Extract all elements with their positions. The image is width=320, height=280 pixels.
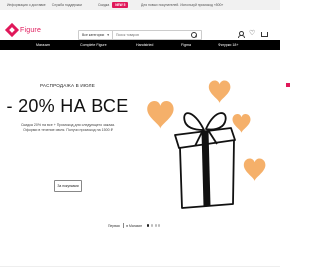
main-nav: Магазин Complete Figure Handstried Figma… [0,40,280,50]
top-bar: Информация о доставке Служба поддержки С… [0,0,290,87]
promo-label: Скидка [98,3,110,7]
gift-illustration [147,80,266,209]
hero-title: - 20% НА ВСЕ [6,96,129,116]
top-bar-links: Информация о доставке Служба поддержки [7,3,82,7]
pager-dots [147,224,161,227]
category-select[interactable]: Все категории ▾ [79,31,113,39]
divider [0,266,280,267]
category-select-value: Все категории [82,33,105,37]
gift-icon [286,83,290,87]
new-customer-text: Для новых покупателей. Используй промоко… [141,3,224,7]
pager-dot[interactable] [147,224,150,227]
delivery-info-link[interactable]: Информация о доставке [7,3,46,7]
pager-dot[interactable] [158,224,161,227]
shop-now-button[interactable]: За покупками [54,180,82,192]
search-bar: Все категории ▾ [78,30,202,40]
nav-item-shop[interactable]: Магазин [36,43,50,47]
nav-item-handstried[interactable]: Handstried [136,43,153,47]
support-link[interactable]: Служба поддержки [52,3,82,7]
pager-prev-link[interactable]: Первая [108,224,120,228]
gift-box-icon [174,112,236,209]
pager-divider [122,223,124,228]
cart-icon[interactable] [261,31,268,37]
chevron-down-icon: ▾ [107,33,109,37]
nav-item-figma[interactable]: Figma [181,43,191,47]
promo-badge: NEW 5 [112,2,129,8]
search-input[interactable] [113,31,190,39]
heart-icon [147,100,174,129]
new-customer-promo: Для новых покупателей. Используй промоко… [141,3,290,87]
wishlist-icon[interactable]: ♡ [249,30,255,37]
heart-icon [232,114,251,133]
slider-pager: Первая в Магазин [108,223,161,228]
search-icon[interactable] [190,31,198,39]
header-actions: ♡ [237,30,268,38]
heart-icon [208,80,231,104]
promo-area: Скидка NEW 5 [98,2,129,8]
logo[interactable]: Figure [4,22,42,38]
pager-next-link[interactable]: в Магазин [126,224,142,228]
logo-mark-icon [4,22,20,38]
heart-icon [243,158,266,182]
logo-text: Figure [20,26,42,34]
user-icon[interactable] [237,31,245,38]
header: Figure Все категории ▾ ♡ [0,10,280,40]
hero-subtitle: РАСПРОДАЖА В ИЮЛЕ [39,83,96,88]
pager-dot[interactable] [154,224,157,227]
pager-dot[interactable] [150,224,153,227]
nav-item-figures-18[interactable]: Фигурки 18+ [218,43,238,47]
hero-description: Скидка 20% на все + Промокод для следующ… [20,123,116,132]
nav-item-complete-figure[interactable]: Complete Figure [80,43,107,47]
